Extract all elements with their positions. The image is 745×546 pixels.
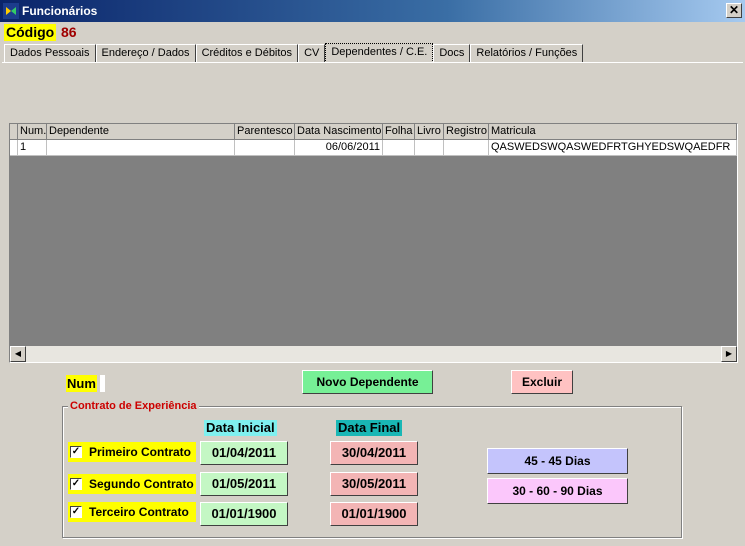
cell-matricula[interactable]: QASWEDSWQASWEDFRTGHYEDSWQAEDFR [489,140,737,156]
scroll-right-icon[interactable]: ▶ [721,346,737,362]
tab-strip: Dados Pessoais Endereço / Dados Créditos… [4,43,584,63]
tab-endereco-dados[interactable]: Endereço / Dados [95,44,196,63]
tab-creditos-debitos[interactable]: Créditos e Débitos [195,44,299,63]
terceiro-contrato-label: Terceiro Contrato [89,505,189,519]
close-button[interactable]: ✕ [726,3,742,18]
horizontal-scrollbar[interactable]: ◀ ▶ [10,346,737,362]
tab-dependentes-ce[interactable]: Dependentes / C.E. [325,43,434,63]
grid-indicator-header [10,124,18,140]
col-header-matricula[interactable]: Matricula [489,124,737,140]
tab-cv[interactable]: CV [298,44,326,63]
tab-relatorios-funcoes[interactable]: Relatórios / Funções [470,44,584,63]
grid-header: Num. Dependente Parentesco Data Nascimen… [10,124,737,140]
col-header-dependente[interactable]: Dependente [47,124,235,140]
primeiro-data-final[interactable]: 30/04/2011 [330,441,418,465]
num-input[interactable] [100,375,105,392]
terceiro-contrato-checkbox-row[interactable]: ✓ Terceiro Contrato [68,502,196,522]
30-60-90-dias-button[interactable]: 30 - 60 - 90 Dias [487,478,628,504]
scroll-left-icon[interactable]: ◀ [10,346,26,362]
table-row[interactable]: 1 06/06/2011 QASWEDSWQASWEDFRTGHYEDSWQAE… [10,140,737,156]
funcionarios-window: Funcionários ✕ Código 86 Dados Pessoais … [0,0,745,546]
primeiro-contrato-label: Primeiro Contrato [89,445,192,459]
col-header-data-nascimento[interactable]: Data Nascimento [295,124,383,140]
cell-parentesco[interactable] [235,140,295,156]
dependents-grid[interactable]: Num. Dependente Parentesco Data Nascimen… [9,123,738,363]
cell-num[interactable]: 1 [18,140,47,156]
tab-docs[interactable]: Docs [433,44,471,63]
app-logo-icon [3,3,19,19]
segundo-contrato-label: Segundo Contrato [89,477,194,491]
primeiro-data-inicial[interactable]: 01/04/2011 [200,441,288,465]
col-header-registro[interactable]: Registro [444,124,489,140]
novo-dependente-button[interactable]: Novo Dependente [302,370,433,394]
cell-registro[interactable] [444,140,489,156]
codigo-label: Código [4,24,57,41]
col-header-folha[interactable]: Folha [383,124,415,140]
col-header-livro[interactable]: Livro [415,124,444,140]
num-label: Num [66,375,97,392]
row-indicator [10,140,18,156]
title-bar: Funcionários ✕ [0,0,745,22]
segundo-contrato-checkbox-row[interactable]: ✓ Segundo Contrato [68,474,196,494]
checkbox-primeiro-contrato[interactable]: ✓ [70,446,82,458]
data-inicial-label: Data Inicial [204,420,277,436]
cell-data-nascimento[interactable]: 06/06/2011 [295,140,383,156]
col-header-num[interactable]: Num. [18,124,47,140]
checkbox-terceiro-contrato[interactable]: ✓ [70,506,82,518]
cell-livro[interactable] [415,140,444,156]
cell-dependente[interactable] [47,140,235,156]
col-header-parentesco[interactable]: Parentesco [235,124,295,140]
45-dias-button[interactable]: 45 - 45 Dias [487,448,628,474]
codigo-value: 86 [61,24,77,40]
terceiro-data-final[interactable]: 01/01/1900 [330,502,418,526]
checkbox-segundo-contrato[interactable]: ✓ [70,478,82,490]
terceiro-data-inicial[interactable]: 01/01/1900 [200,502,288,526]
contrato-experiencia-legend: Contrato de Experiência [68,400,199,413]
primeiro-contrato-checkbox-row[interactable]: ✓ Primeiro Contrato [68,442,196,462]
data-final-label: Data Final [336,420,403,436]
segundo-data-final[interactable]: 30/05/2011 [330,472,418,496]
cell-folha[interactable] [383,140,415,156]
excluir-button[interactable]: Excluir [511,370,573,394]
segundo-data-inicial[interactable]: 01/05/2011 [200,472,288,496]
tab-dados-pessoais[interactable]: Dados Pessoais [4,44,96,63]
window-title: Funcionários [22,4,98,18]
